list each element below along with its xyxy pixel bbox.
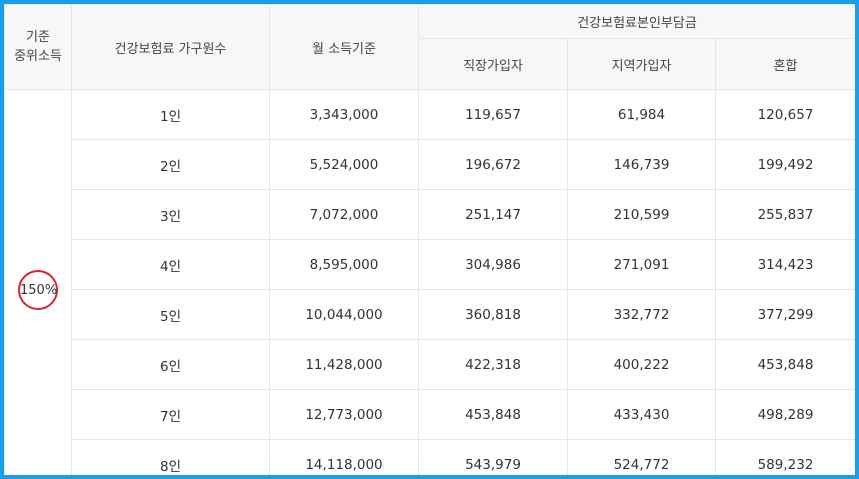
table-row: 150% 1인 3,343,000 119,657 61,984 120,657 bbox=[4, 89, 855, 475]
table-row: 4인 8,595,000 304,986 271,091 314,423 bbox=[5, 239, 855, 290]
cell-income: 10,044,000 bbox=[269, 289, 419, 340]
cell-income: 14,118,000 bbox=[269, 439, 419, 475]
header-employee-subscriber: 직장가입자 bbox=[418, 38, 568, 90]
cell-regional: 524,772 bbox=[567, 439, 716, 475]
cell-employee: 360,818 bbox=[418, 289, 568, 340]
header-mixed-subscriber: 혼합 bbox=[715, 38, 855, 90]
table-row: 5인 10,044,000 360,818 332,772 377,299 bbox=[5, 289, 855, 340]
cell-regional: 146,739 bbox=[567, 139, 716, 190]
cell-mixed: 120,657 bbox=[715, 89, 855, 140]
cell-regional: 400,222 bbox=[567, 339, 716, 390]
cell-income: 3,343,000 bbox=[269, 89, 419, 140]
cell-income: 7,072,000 bbox=[269, 189, 419, 240]
cell-household: 4인 bbox=[71, 239, 270, 290]
group-cell-150: 150% bbox=[4, 89, 72, 475]
header-median-income: 기준 중위소득 bbox=[4, 4, 72, 90]
cell-employee: 196,672 bbox=[418, 139, 568, 190]
cell-income: 8,595,000 bbox=[269, 239, 419, 290]
header-household-size: 건강보험료 가구원수 bbox=[71, 4, 270, 90]
cell-regional: 332,772 bbox=[567, 289, 716, 340]
cell-mixed: 453,848 bbox=[715, 339, 855, 390]
cell-household: 1인 bbox=[71, 89, 270, 140]
cell-employee: 543,979 bbox=[418, 439, 568, 475]
cell-mixed: 589,232 bbox=[715, 439, 855, 475]
table-header: 기준 중위소득 건강보험료 가구원수 월 소득기준 건강보험료본인부담금 직장가… bbox=[4, 4, 855, 90]
cell-household: 3인 bbox=[71, 189, 270, 240]
table-row: 2인 5,524,000 196,672 146,739 199,492 bbox=[5, 139, 855, 190]
cell-income: 11,428,000 bbox=[269, 339, 419, 390]
cell-income: 5,524,000 bbox=[269, 139, 419, 190]
cell-mixed: 498,289 bbox=[715, 389, 855, 440]
cell-employee: 304,986 bbox=[418, 239, 568, 290]
cell-regional: 210,599 bbox=[567, 189, 716, 240]
cell-employee: 422,318 bbox=[418, 339, 568, 390]
screenshot-frame: 기준 중위소득 건강보험료 가구원수 월 소득기준 건강보험료본인부담금 직장가… bbox=[0, 0, 859, 479]
cell-household: 2인 bbox=[71, 139, 270, 190]
cell-mixed: 199,492 bbox=[715, 139, 855, 190]
cell-regional: 433,430 bbox=[567, 389, 716, 440]
header-row-1: 기준 중위소득 건강보험료 가구원수 월 소득기준 건강보험료본인부담금 bbox=[4, 4, 855, 90]
highlight-circle: 150% bbox=[18, 269, 58, 310]
cell-mixed: 255,837 bbox=[715, 189, 855, 240]
group-label: 150% bbox=[20, 282, 58, 298]
table-row: 6인 11,428,000 422,318 400,222 453,848 bbox=[5, 339, 855, 390]
header-median-income-line1: 기준 bbox=[26, 30, 50, 45]
cell-household: 8인 bbox=[71, 439, 270, 475]
cell-employee: 453,848 bbox=[418, 389, 568, 440]
cell-regional: 271,091 bbox=[567, 239, 716, 290]
cell-mixed: 377,299 bbox=[715, 289, 855, 340]
table-row: 8인 14,118,000 543,979 524,772 589,232 bbox=[5, 439, 855, 475]
cell-employee: 119,657 bbox=[418, 89, 568, 140]
cell-employee: 251,147 bbox=[418, 189, 568, 240]
cell-income: 12,773,000 bbox=[269, 389, 419, 440]
header-median-income-line2: 중위소득 bbox=[14, 49, 62, 64]
header-regional-subscriber: 지역가입자 bbox=[567, 38, 716, 90]
cell-household: 6인 bbox=[71, 339, 270, 390]
table-row: 3인 7,072,000 251,147 210,599 255,837 bbox=[5, 189, 855, 240]
cell-mixed: 314,423 bbox=[715, 239, 855, 290]
header-monthly-income: 월 소득기준 bbox=[269, 4, 419, 90]
cell-household: 7인 bbox=[71, 389, 270, 440]
table-row: 7인 12,773,000 453,848 433,430 498,289 bbox=[5, 389, 855, 440]
header-self-burden: 건강보험료본인부담금 bbox=[418, 4, 855, 39]
insurance-premium-table: 기준 중위소득 건강보험료 가구원수 월 소득기준 건강보험료본인부담금 직장가… bbox=[4, 4, 855, 475]
cell-regional: 61,984 bbox=[567, 89, 716, 140]
cell-household: 5인 bbox=[71, 289, 270, 340]
table-body: 150% 1인 3,343,000 119,657 61,984 120,657… bbox=[4, 89, 855, 475]
